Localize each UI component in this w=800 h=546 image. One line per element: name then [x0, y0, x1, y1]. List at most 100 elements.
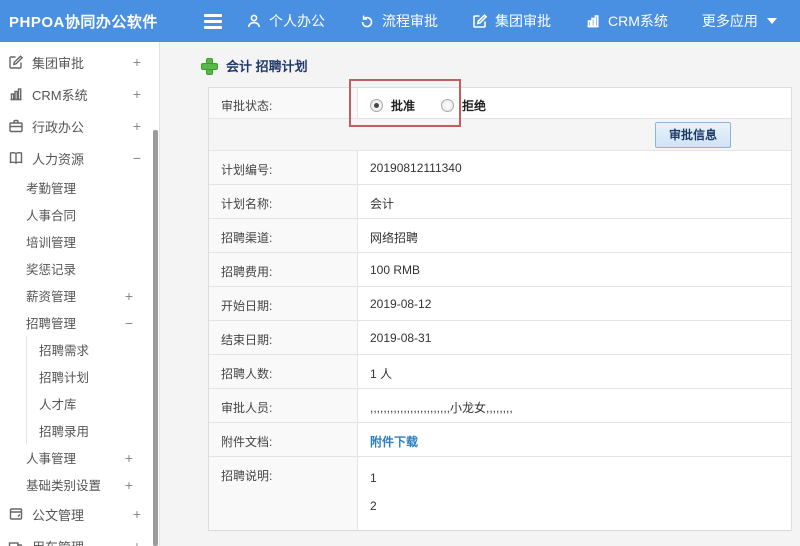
expand-plus-icon[interactable]: + [125, 450, 133, 466]
page-title-text: 会计 招聘计划 [226, 59, 308, 74]
sidebar-item-label: 用车管理 [32, 537, 84, 546]
field-value: 20190812111340 [370, 161, 462, 175]
topnav-label: 更多应用 [701, 13, 758, 29]
user-icon [246, 13, 262, 29]
sidebar-item[interactable]: 基础类别设置 + [0, 471, 159, 498]
book-icon [8, 150, 24, 166]
sidebar-item-label: 招聘计划 [39, 371, 90, 385]
topnav-item-3[interactable]: 集团审批 [472, 11, 551, 31]
sidebar-item-label: 考勤管理 [26, 182, 77, 196]
sidebar-item[interactable]: 人事合同 [0, 201, 159, 228]
sidebar-item[interactable]: 培训管理 [0, 228, 159, 255]
sidebar-item[interactable]: 集团审批 + [0, 46, 159, 78]
field-label: 招聘费用: [209, 253, 358, 286]
approval-status-row: 审批状态: 批准 拒绝 [209, 79, 791, 127]
sidebar-item[interactable]: 人事管理 + [0, 444, 159, 471]
approval-info-button[interactable]: 审批信息 [654, 121, 731, 148]
page-title: 会计 招聘计划 [201, 56, 800, 75]
edit-icon [472, 13, 488, 29]
topnav-item-4[interactable]: CRM系统 [585, 11, 668, 31]
sidebar-item[interactable]: CRM系统 + [0, 78, 159, 110]
topnav-label: 个人办公 [269, 13, 325, 29]
expand-plus-icon[interactable]: + [125, 288, 133, 304]
topnav-item-2[interactable]: 流程审批 [359, 11, 438, 31]
form-row: 招聘人数: 1 人 [209, 355, 791, 389]
edit-icon [8, 54, 24, 70]
doc-icon [8, 506, 24, 522]
form-row: 附件文档: 附件下载 [209, 423, 791, 457]
field-label: 招聘人数: [209, 355, 358, 388]
field-label: 审批状态: [209, 88, 358, 118]
radio-approve-icon[interactable] [370, 99, 383, 112]
caret-down-icon [766, 18, 777, 24]
sidebar-item-label: 集团审批 [32, 55, 85, 71]
field-label: 招聘说明: [209, 457, 358, 530]
sidebar-item[interactable]: 用车管理 + [0, 530, 159, 546]
field-value: 100 RMB [370, 263, 421, 277]
value-line: 2 [370, 499, 377, 513]
sidebar: 集团审批 + CRM系统 + 行政办公 + 人力资源 − 考勤管理 人事合同 培训管理 奖惩记录 薪资管… [0, 42, 160, 546]
sidebar-item[interactable]: 招聘需求 [26, 336, 159, 363]
recruit-plan-form: 审批状态: 批准 拒绝 审批信息 计划编号: 20190812111340 计划名称 [208, 79, 792, 531]
expand-plus-icon[interactable]: + [133, 86, 141, 102]
sidebar-item-label: 薪资管理 [26, 290, 77, 304]
sidebar-item-label: 基础类别设置 [26, 479, 102, 493]
hamburger-menu-icon[interactable] [204, 13, 222, 29]
top-bar: PHPOA协同办公软件 个人办公 流程审批 集团审批 CRM系统 更多应用 [0, 0, 800, 42]
chart-icon [585, 13, 601, 29]
sidebar-item-label: 招聘录用 [39, 425, 90, 439]
sidebar-item[interactable]: 招聘录用 [26, 417, 159, 444]
sidebar-menu: 集团审批 + CRM系统 + 行政办公 + 人力资源 − 考勤管理 人事合同 培训管理 奖惩记录 薪资管… [0, 42, 159, 546]
field-value: 2019-08-31 [370, 331, 432, 345]
sidebar-item[interactable]: 招聘计划 [26, 363, 159, 390]
sidebar-item-label: CRM系统 [32, 87, 88, 103]
top-navigation: 个人办公 流程审批 集团审批 CRM系统 更多应用 [246, 11, 777, 31]
field-value: 附件下载 [358, 423, 791, 456]
process-icon [359, 13, 375, 29]
sidebar-item[interactable]: 人力资源 − [0, 142, 159, 174]
sidebar-item-label: 公文管理 [32, 507, 85, 523]
expand-plus-icon[interactable]: + [133, 118, 141, 134]
value-line: 1 [370, 471, 377, 485]
sidebar-item[interactable]: 公文管理 + [0, 498, 159, 530]
sidebar-item[interactable]: 招聘管理 − [0, 309, 159, 336]
field-value: 网络招聘 [370, 231, 419, 245]
sidebar-item[interactable]: 人才库 [26, 390, 159, 417]
form-row: 结束日期: 2019-08-31 [209, 321, 791, 355]
sidebar-item[interactable]: 薪资管理 + [0, 282, 159, 309]
sidebar-item-label: 人事管理 [26, 452, 77, 466]
field-value: 12 [358, 457, 791, 530]
field-label: 开始日期: [209, 287, 358, 320]
add-plus-icon[interactable] [201, 58, 218, 75]
field-label: 计划编号: [209, 151, 358, 184]
topnav-item-1[interactable]: 个人办公 [246, 11, 325, 31]
attachment-download-link[interactable]: 附件下载 [370, 435, 418, 449]
radio-approve[interactable]: 批准 [370, 97, 415, 114]
chart-icon [8, 86, 24, 102]
radio-reject-icon[interactable] [441, 99, 455, 112]
sidebar-item[interactable]: 考勤管理 [0, 174, 159, 201]
sidebar-item[interactable]: 奖惩记录 [0, 255, 159, 282]
field-value: ,,,,,,,,,,,,,,,,,,,,,,,,小龙女,,,,,,,, [370, 401, 513, 415]
sidebar-item-label: 人才库 [39, 398, 77, 412]
field-label: 招聘渠道: [209, 219, 358, 252]
radio-reject[interactable]: 拒绝 [441, 97, 486, 114]
field-value: 1 人 [370, 367, 393, 381]
sidebar-item-label: 人力资源 [32, 151, 85, 167]
expand-plus-icon[interactable]: + [125, 477, 133, 493]
sidebar-item[interactable]: 行政办公 + [0, 110, 159, 142]
topnav-item-5[interactable]: 更多应用 [702, 11, 777, 31]
approval-radio-group: 批准 拒绝 [370, 97, 791, 114]
sidebar-scrollbar[interactable] [153, 130, 158, 546]
field-label: 结束日期: [209, 321, 358, 354]
collapse-minus-icon[interactable]: − [133, 150, 141, 166]
form-rows: 计划编号: 20190812111340 计划名称: 会计 招聘渠道: 网络招聘 招聘费用:… [209, 151, 791, 530]
form-row: 招聘说明: 1 2 [209, 457, 791, 530]
approval-button-row: 审批信息 [209, 119, 791, 151]
form-row: 招聘费用: 100 RMB [209, 253, 791, 287]
collapse-minus-icon[interactable]: − [125, 315, 133, 331]
topnav-label: 流程审批 [382, 13, 438, 29]
expand-plus-icon[interactable]: + [133, 54, 141, 70]
expand-plus-icon[interactable]: + [133, 506, 141, 522]
expand-plus-icon[interactable]: + [133, 538, 141, 546]
